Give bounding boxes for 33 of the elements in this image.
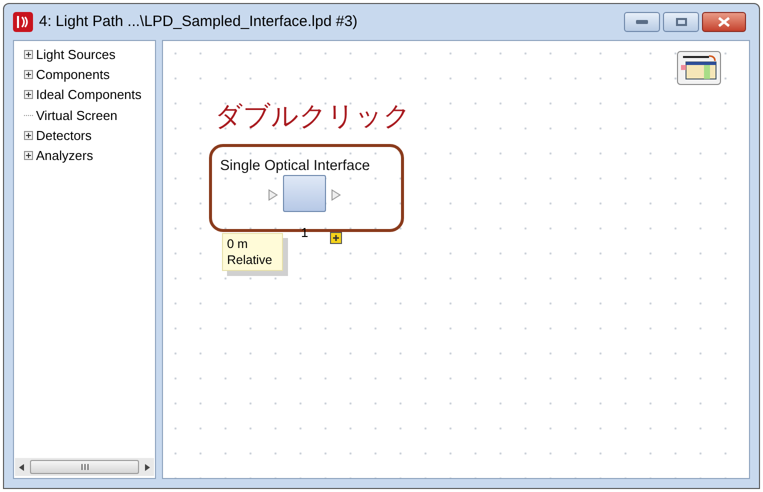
tree-item[interactable]: Ideal Components — [36, 88, 142, 102]
component-title: Single Optical Interface — [220, 157, 370, 176]
horizontal-scrollbar[interactable] — [15, 458, 154, 476]
expand-icon[interactable] — [24, 130, 33, 140]
table-view-icon[interactable] — [677, 51, 721, 85]
tooltip-text: Relative — [227, 252, 274, 268]
annotation-label: ダブルクリック — [215, 103, 411, 130]
close-button[interactable] — [702, 12, 746, 32]
maximize-button[interactable] — [663, 12, 699, 32]
tooltip-text: 0 m — [227, 236, 249, 252]
app-icon — [13, 12, 33, 32]
tree-item[interactable]: Light Sources — [36, 48, 116, 61]
add-icon[interactable] — [330, 232, 342, 244]
minimize-icon — [636, 20, 648, 24]
tree-item[interactable]: Components — [36, 68, 110, 81]
scroll-right-icon[interactable] — [145, 464, 150, 470]
close-icon — [718, 17, 730, 27]
scroll-left-icon[interactable] — [19, 464, 24, 470]
expand-icon[interactable] — [24, 151, 33, 160]
expand-icon[interactable] — [24, 70, 33, 79]
component-block[interactable] — [283, 175, 326, 212]
expand-icon[interactable] — [24, 90, 33, 100]
tree-item[interactable]: Analyzers — [36, 149, 94, 162]
tree-item[interactable]: Virtual Screen — [36, 108, 118, 122]
input-port-icon[interactable] — [268, 189, 278, 201]
maximize-icon — [676, 18, 686, 26]
window-title: 4: Light Path ...\LPD_Sampled_Interface.lpd #3) — [39, 12, 358, 32]
minimize-button[interactable] — [624, 12, 660, 32]
expand-icon[interactable] — [24, 50, 33, 59]
output-port-icon[interactable] — [331, 189, 341, 201]
scrollbar-thumb[interactable] — [30, 460, 139, 474]
grip-icon — [80, 464, 88, 470]
tree-item[interactable]: Detectors — [36, 128, 92, 142]
